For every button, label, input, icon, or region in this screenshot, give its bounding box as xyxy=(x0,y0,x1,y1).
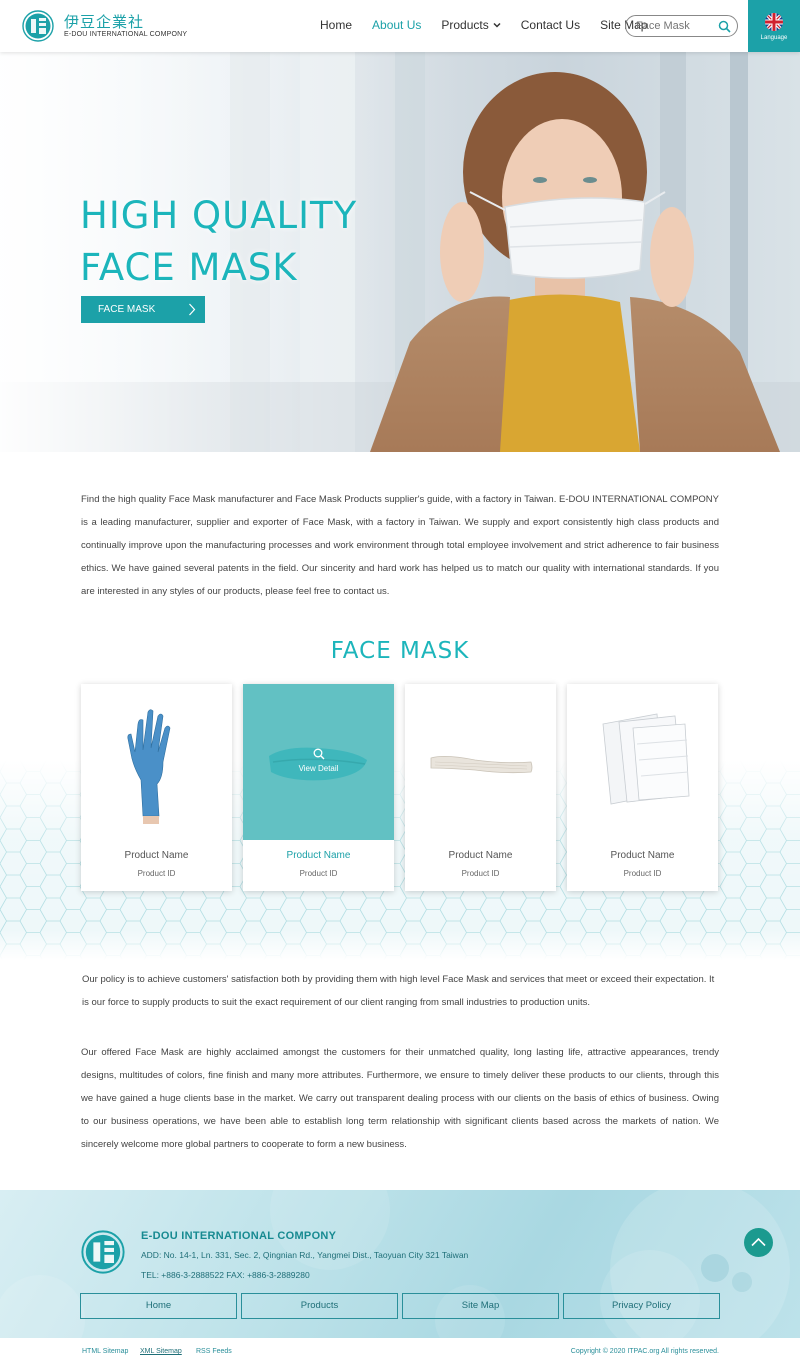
chevron-right-icon xyxy=(189,303,196,316)
hero-banner: HIGH QUALITY FACE MASK FACE MASK xyxy=(0,52,800,452)
hero-button-label: FACE MASK xyxy=(98,304,156,315)
footer-link-products[interactable]: Products xyxy=(241,1293,398,1319)
product-name[interactable]: Product Name xyxy=(567,850,718,861)
product-id: Product ID xyxy=(137,869,176,878)
view-detail-overlay[interactable]: View Detail xyxy=(243,748,394,773)
site-footer: E-DOU INTERNATIONAL COMPONY ADD: No. 14-… xyxy=(0,1190,800,1338)
language-button[interactable]: Language xyxy=(748,0,800,52)
site-header: 伊豆企業社 E-DOU INTERNATIONAL COMPONY Home A… xyxy=(0,0,800,52)
product-card[interactable]: View Detail Product Name Product ID xyxy=(243,684,394,891)
search-icon xyxy=(313,748,324,760)
hair-net-image xyxy=(430,756,533,774)
product-id: Product ID xyxy=(623,869,662,878)
brand-name-chinese[interactable]: 伊豆企業社 xyxy=(64,11,144,32)
nav-home[interactable]: Home xyxy=(320,18,352,32)
back-to-top-button[interactable] xyxy=(744,1228,773,1257)
blue-glove-image xyxy=(127,709,171,824)
intro-paragraph: Find the high quality Face Mask manufact… xyxy=(81,494,719,597)
product-image-hover: View Detail xyxy=(243,684,394,840)
face-mask-pack-image xyxy=(602,713,690,805)
language-label: Language xyxy=(760,35,788,41)
uk-flag-icon xyxy=(765,13,783,31)
nav-about-us[interactable]: About Us xyxy=(372,18,421,32)
product-id: Product ID xyxy=(299,869,338,878)
offered-paragraph: Our offered Face Mask are highly acclaim… xyxy=(81,1047,719,1150)
chevron-up-icon xyxy=(751,1237,766,1247)
nav-products-label: Products xyxy=(441,18,489,32)
product-name[interactable]: Product Name xyxy=(81,850,232,861)
footer-address: ADD: No. 14-1, Ln. 331, Sec. 2, Qingnian… xyxy=(141,1250,469,1260)
product-id: Product ID xyxy=(461,869,500,878)
footer-link-privacy-policy[interactable]: Privacy Policy xyxy=(563,1293,720,1319)
search-input[interactable] xyxy=(636,19,716,33)
company-logo[interactable] xyxy=(22,10,54,42)
nav-contact-us[interactable]: Contact Us xyxy=(521,18,580,32)
product-name[interactable]: Product Name xyxy=(405,850,556,861)
product-name[interactable]: Product Name xyxy=(243,850,394,861)
footer-phone-fax: TEL: +886-3-2888522 FAX: +886-3-2889280 xyxy=(141,1270,310,1280)
html-sitemap-link[interactable]: HTML Sitemap xyxy=(82,1348,128,1355)
policy-paragraph: Our policy is to achieve customers' sati… xyxy=(82,974,715,1008)
hero-title: HIGH QUALITY FACE MASK xyxy=(80,190,357,294)
footer-company-name: E-DOU INTERNATIONAL COMPONY xyxy=(141,1230,337,1242)
hero-title-line2: FACE MASK xyxy=(80,246,298,289)
rss-feeds-link[interactable]: RSS Feeds xyxy=(196,1348,232,1355)
main-nav: Home About Us Products Contact Us Site M… xyxy=(320,18,667,32)
chevron-down-icon xyxy=(493,22,501,28)
footer-logo[interactable] xyxy=(81,1230,125,1274)
product-card[interactable]: Product Name Product ID xyxy=(567,684,718,891)
nav-products[interactable]: Products xyxy=(441,18,501,32)
search-box xyxy=(625,15,738,37)
footer-link-home[interactable]: Home xyxy=(80,1293,237,1319)
footer-nav: Home Products Site Map Privacy Policy xyxy=(80,1293,720,1319)
view-detail-label: View Detail xyxy=(298,764,339,773)
hero-title-line1: HIGH QUALITY xyxy=(80,194,358,237)
bottom-bar: HTML Sitemap XML Sitemap RSS Feeds Copyr… xyxy=(0,1338,800,1366)
product-card[interactable]: Product Name Product ID xyxy=(405,684,556,891)
product-card[interactable]: Product Name Product ID xyxy=(81,684,232,891)
copyright-text: Copyright © 2020 ITPAC.org All rights re… xyxy=(570,1348,719,1355)
search-icon[interactable] xyxy=(718,20,731,33)
products-section-title: FACE MASK xyxy=(330,638,470,664)
xml-sitemap-link[interactable]: XML Sitemap xyxy=(140,1348,182,1355)
hero-face-mask-button[interactable]: FACE MASK xyxy=(81,296,205,323)
brand-name-english[interactable]: E-DOU INTERNATIONAL COMPONY xyxy=(64,31,187,38)
footer-link-site-map[interactable]: Site Map xyxy=(402,1293,559,1319)
